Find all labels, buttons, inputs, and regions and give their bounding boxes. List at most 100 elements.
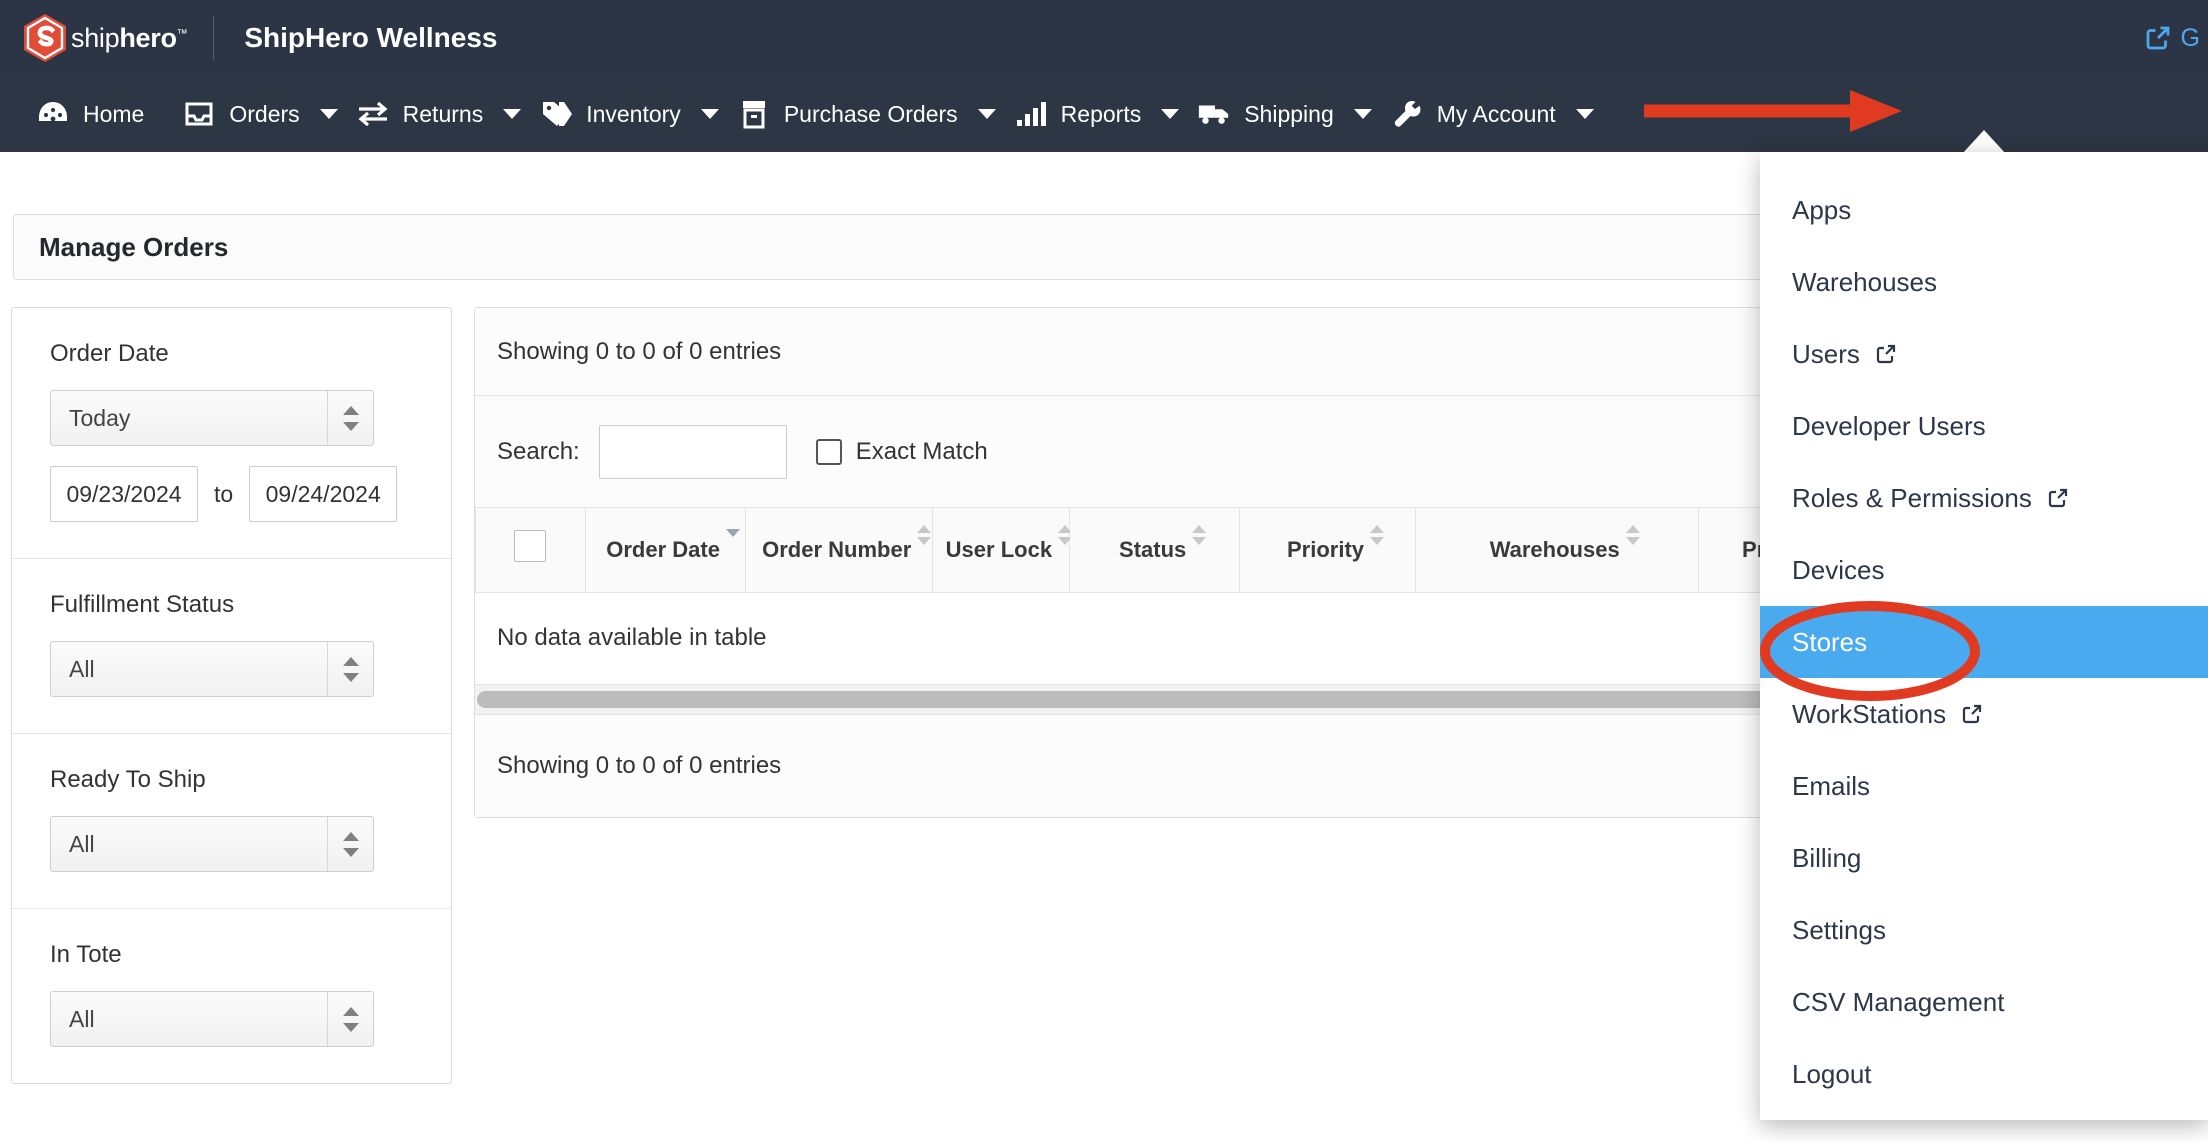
- menu-item-warehouses[interactable]: Warehouses: [1760, 246, 2208, 318]
- nav-caret-my-account[interactable]: [1558, 76, 1612, 152]
- showing-entries-text: Showing 0 to 0 of 0 entries: [497, 752, 781, 780]
- nav-caret-shipping[interactable]: [1336, 76, 1390, 152]
- page-title: Manage Orders: [39, 232, 228, 263]
- menu-item-label: Developer Users: [1792, 411, 1986, 442]
- nav-item-shipping[interactable]: Shipping: [1197, 76, 1336, 152]
- menu-item-workstations[interactable]: WorkStations: [1760, 678, 2208, 750]
- filter-in-tote: In Tote All: [12, 909, 451, 1083]
- menu-item-label: Roles & Permissions: [1792, 483, 2032, 514]
- menu-item-label: Settings: [1792, 915, 1886, 946]
- exchange-arrows-icon: [356, 99, 390, 129]
- nav-item-inventory[interactable]: Inventory: [539, 76, 683, 152]
- menu-item-label: WorkStations: [1792, 699, 1946, 730]
- table-header-select-all[interactable]: [476, 508, 586, 592]
- search-label: Search:: [497, 438, 580, 466]
- nav-label: Orders: [229, 101, 301, 128]
- nav-item-purchase-orders[interactable]: Purchase Orders: [737, 76, 960, 152]
- table-header-order-date[interactable]: Order Date: [585, 508, 745, 592]
- column-label: Order Number: [762, 537, 911, 562]
- column-label: User Lock: [946, 537, 1052, 562]
- filter-fulfillment-status: Fulfillment Status All: [12, 559, 451, 734]
- shiphero-logo[interactable]: shiphero™: [22, 13, 187, 63]
- menu-item-label: Warehouses: [1792, 267, 1937, 298]
- menu-item-devices[interactable]: Devices: [1760, 534, 2208, 606]
- date-from-input[interactable]: 09/23/2024: [50, 466, 198, 522]
- nav-caret-returns[interactable]: [485, 76, 539, 152]
- stepper-arrows-icon[interactable]: [327, 642, 373, 696]
- ready-to-ship-value: All: [69, 831, 95, 858]
- showing-entries-text: Showing 0 to 0 of 0 entries: [497, 338, 781, 366]
- order-date-preset-select[interactable]: Today: [50, 390, 374, 446]
- dropdown-caret-arrow: [1962, 130, 2006, 154]
- dashboard-gauge-icon: [36, 99, 70, 129]
- menu-item-apps[interactable]: Apps: [1760, 174, 2208, 246]
- nav-caret-purchase-orders[interactable]: [960, 76, 1014, 152]
- nav-item-my-account[interactable]: My Account: [1390, 76, 1558, 152]
- search-input[interactable]: [599, 425, 787, 479]
- nav-label: Inventory: [586, 101, 683, 128]
- menu-item-csv-management[interactable]: CSV Management: [1760, 966, 2208, 1038]
- select-all-checkbox[interactable]: [514, 530, 546, 562]
- stepper-arrows-icon[interactable]: [327, 817, 373, 871]
- menu-item-developer-users[interactable]: Developer Users: [1760, 390, 2208, 462]
- menu-item-label: Stores: [1792, 627, 1867, 658]
- logo-text-bold: hero: [119, 23, 176, 53]
- menu-item-logout[interactable]: Logout: [1760, 1038, 2208, 1110]
- fulfillment-status-value: All: [69, 656, 95, 683]
- menu-item-emails[interactable]: Emails: [1760, 750, 2208, 822]
- menu-item-stores[interactable]: Stores: [1760, 606, 2208, 678]
- menu-item-settings[interactable]: Settings: [1760, 894, 2208, 966]
- menu-item-label: Emails: [1792, 771, 1870, 802]
- exact-match-label: Exact Match: [856, 438, 988, 466]
- external-link-icon: [1874, 342, 1898, 366]
- menu-item-users[interactable]: Users: [1760, 318, 2208, 390]
- sort-both-icon: [1626, 525, 1640, 551]
- stepper-arrows-icon[interactable]: [327, 992, 373, 1046]
- filter-label: Ready To Ship: [50, 766, 413, 794]
- sort-both-icon: [1370, 525, 1384, 551]
- table-header-status[interactable]: Status: [1069, 508, 1240, 592]
- brand-right-label: G: [2181, 24, 2200, 53]
- date-range-separator: to: [214, 481, 233, 508]
- exact-match-control[interactable]: Exact Match: [816, 438, 988, 466]
- truck-icon: [1197, 99, 1231, 129]
- in-tote-select[interactable]: All: [50, 991, 374, 1047]
- nav-label: Home: [83, 101, 146, 128]
- order-date-range: 09/23/2024 to 09/24/2024: [50, 466, 413, 522]
- nav-item-orders[interactable]: Orders: [182, 76, 301, 152]
- nav-caret-orders[interactable]: [302, 76, 356, 152]
- column-label: Status: [1119, 537, 1186, 562]
- inbox-tray-icon: [182, 99, 216, 129]
- menu-item-label: Devices: [1792, 555, 1884, 586]
- brand-bar: shiphero™ ShipHero Wellness G: [0, 0, 2208, 76]
- table-header-order-number[interactable]: Order Number: [745, 508, 932, 592]
- menu-item-label: Billing: [1792, 843, 1861, 874]
- exact-match-checkbox[interactable]: [816, 439, 842, 465]
- nav-item-returns[interactable]: Returns: [356, 76, 486, 152]
- ready-to-ship-select[interactable]: All: [50, 816, 374, 872]
- column-label: Priority: [1287, 537, 1364, 562]
- nav-caret-reports[interactable]: [1143, 76, 1197, 152]
- nav-item-reports[interactable]: Reports: [1014, 76, 1144, 152]
- table-header-warehouses[interactable]: Warehouses: [1415, 508, 1698, 592]
- nav-item-home[interactable]: Home: [36, 76, 146, 152]
- fulfillment-status-select[interactable]: All: [50, 641, 374, 697]
- nav-caret-inventory[interactable]: [683, 76, 737, 152]
- menu-item-label: CSV Management: [1792, 987, 2004, 1018]
- column-label: Order Date: [606, 537, 720, 562]
- sort-both-icon: [917, 525, 931, 551]
- sort-desc-icon: [726, 525, 740, 551]
- nav-spacer: [0, 114, 36, 115]
- menu-item-roles-permissions[interactable]: Roles & Permissions: [1760, 462, 2208, 534]
- table-header-user-lock[interactable]: User Lock: [932, 508, 1069, 592]
- wrench-icon: [1390, 99, 1424, 129]
- date-to-input[interactable]: 09/24/2024: [249, 466, 397, 522]
- menu-item-billing[interactable]: Billing: [1760, 822, 2208, 894]
- stepper-arrows-icon[interactable]: [327, 391, 373, 445]
- filter-label: Fulfillment Status: [50, 591, 413, 619]
- brand-external-link[interactable]: G: [2143, 23, 2200, 53]
- table-header-priority[interactable]: Priority: [1240, 508, 1415, 592]
- sort-both-icon: [1192, 525, 1206, 551]
- menu-item-label: Logout: [1792, 1059, 1872, 1090]
- column-label: Warehouses: [1490, 537, 1620, 562]
